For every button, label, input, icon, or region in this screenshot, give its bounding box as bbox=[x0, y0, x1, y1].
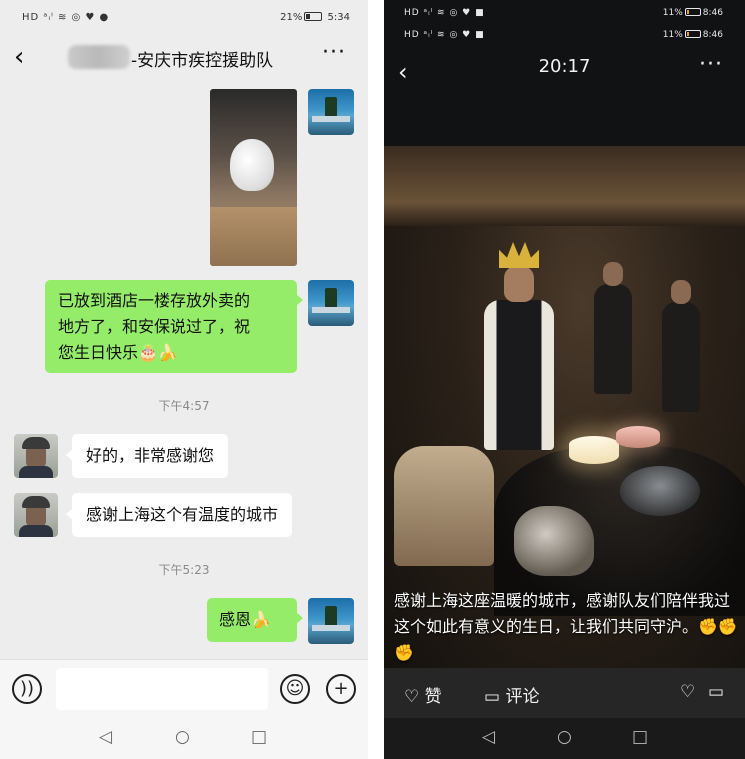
plus-icon[interactable]: + bbox=[326, 674, 356, 704]
guest-person bbox=[662, 280, 700, 412]
avatar-contact[interactable] bbox=[14, 434, 58, 478]
glass-bowl bbox=[620, 466, 700, 516]
like-label: 赞 bbox=[424, 687, 442, 707]
ceiling bbox=[384, 146, 745, 226]
timestamp: 下午4:57 bbox=[158, 399, 210, 413]
nav-recent-icon[interactable]: □ bbox=[251, 727, 267, 747]
signal-icons: HD ᵃᵢˡ ≋ ◎ ♥ ■ bbox=[404, 30, 485, 40]
birthday-cake bbox=[569, 436, 619, 464]
message-line: 已放到酒店一楼存放外卖的 bbox=[58, 291, 251, 310]
heart-icon: ♡ bbox=[404, 687, 420, 707]
signal-icons: HD ᵃᵢˡ ≋ ◎ ♥ ● bbox=[22, 12, 110, 23]
status-bar-2: HD ᵃᵢˡ ≋ ◎ ♥ ■ 11% 8:46 bbox=[384, 26, 745, 44]
avatar-me[interactable] bbox=[308, 280, 354, 326]
nav-back-icon[interactable]: ◁ bbox=[482, 727, 495, 747]
message-line: 您生日快乐🎂🍌 bbox=[58, 343, 178, 362]
signal-icons: HD ᵃᵢˡ ≋ ◎ ♥ ■ bbox=[404, 8, 485, 18]
battery-icon bbox=[684, 30, 701, 38]
post-caption: 感谢上海这座温暖的城市，感谢队友们陪伴我过这个如此有意义的生日，让我们共同守沪。… bbox=[394, 591, 738, 662]
chat-title: -安庆市疾控援助队 bbox=[131, 51, 274, 71]
battery-percent: 11% bbox=[662, 30, 683, 40]
heart-icon[interactable]: ♡ bbox=[680, 682, 695, 702]
birthday-cake bbox=[616, 426, 660, 448]
battery-icon bbox=[684, 8, 701, 16]
status-bar-1: HD ᵃᵢˡ ≋ ◎ ♥ ■ 11% 8:46 bbox=[384, 4, 745, 22]
post-time: 20:17 bbox=[538, 56, 591, 77]
chat-panel: HD ᵃᵢˡ ≋ ◎ ♥ ● 21% 5:34 ‹ -安庆市疾控援助队 ··· … bbox=[0, 0, 368, 759]
comment-icon[interactable]: ▭ bbox=[708, 682, 724, 702]
timestamp: 下午5:23 bbox=[158, 563, 210, 577]
voice-icon[interactable]: )) bbox=[12, 674, 42, 704]
chat-header: ‹ -安庆市疾控援助队 ··· bbox=[0, 36, 368, 80]
birthday-person bbox=[484, 242, 554, 456]
battery-icon bbox=[304, 12, 323, 21]
message-line: 地方了，和安保说过了，祝 bbox=[58, 317, 251, 336]
blurred-name bbox=[68, 45, 130, 69]
system-nav-bar: ◁ ○ □ bbox=[0, 717, 368, 759]
status-right: 11% 8:46 bbox=[663, 8, 723, 18]
message-bubble-received[interactable]: 感谢上海这个有温度的城市 bbox=[65, 493, 293, 537]
status-time: 8:46 bbox=[702, 30, 723, 40]
avatar-me[interactable] bbox=[308, 598, 354, 644]
image-message[interactable] bbox=[210, 89, 297, 266]
plastic-bag bbox=[514, 506, 594, 576]
comment-icon: ▭ bbox=[484, 687, 501, 707]
nav-recent-icon[interactable]: □ bbox=[632, 727, 648, 747]
input-bar: )) ☺ + bbox=[0, 659, 368, 717]
status-right: 11% 8:46 bbox=[663, 30, 723, 40]
status-time: 8:46 bbox=[702, 8, 723, 18]
shelf bbox=[210, 207, 297, 266]
nav-home-icon[interactable]: ○ bbox=[175, 727, 190, 747]
nav-back-icon[interactable]: ◁ bbox=[99, 727, 112, 747]
emoji-icon[interactable]: ☺ bbox=[280, 674, 310, 704]
comment-button[interactable]: ▭ 评论 bbox=[484, 682, 539, 707]
avatar-contact[interactable] bbox=[14, 493, 58, 537]
video-header: ‹ 20:17 ··· bbox=[384, 50, 745, 96]
battery-percent: 11% bbox=[662, 8, 683, 18]
message-bubble-sent[interactable]: 已放到酒店一楼存放外卖的 地方了，和安保说过了，祝 您生日快乐🎂🍌 bbox=[45, 280, 303, 373]
action-bar: ♡ 赞 ▭ 评论 ♡ ▭ bbox=[384, 668, 745, 718]
nav-home-icon[interactable]: ○ bbox=[557, 727, 572, 747]
like-button[interactable]: ♡ 赞 bbox=[404, 682, 442, 707]
guest-person bbox=[594, 262, 632, 394]
status-right: 21% 5:34 bbox=[280, 12, 350, 23]
chair bbox=[394, 446, 494, 566]
system-nav-bar: ◁ ○ □ bbox=[384, 718, 745, 759]
message-input[interactable] bbox=[56, 668, 268, 710]
avatar-me[interactable] bbox=[308, 89, 354, 135]
crown-icon bbox=[499, 242, 539, 268]
back-button[interactable]: ‹ bbox=[14, 42, 24, 72]
message-bubble-sent[interactable]: 感恩🍌 bbox=[207, 598, 303, 642]
more-options-button[interactable]: ··· bbox=[322, 40, 346, 65]
delivery-bag bbox=[230, 139, 274, 191]
status-bar: HD ᵃᵢˡ ≋ ◎ ♥ ● 21% 5:34 bbox=[0, 0, 368, 36]
message-bubble-received[interactable]: 好的，非常感谢您 bbox=[65, 434, 229, 478]
video-panel: HD ᵃᵢˡ ≋ ◎ ♥ ■ 11% 8:46 HD ᵃᵢˡ ≋ ◎ ♥ ■ 11… bbox=[384, 0, 745, 759]
more-options-button[interactable]: ··· bbox=[699, 52, 723, 77]
status-time: 5:34 bbox=[327, 12, 350, 23]
comment-label: 评论 bbox=[505, 687, 540, 707]
battery-percent: 21% bbox=[280, 12, 303, 23]
